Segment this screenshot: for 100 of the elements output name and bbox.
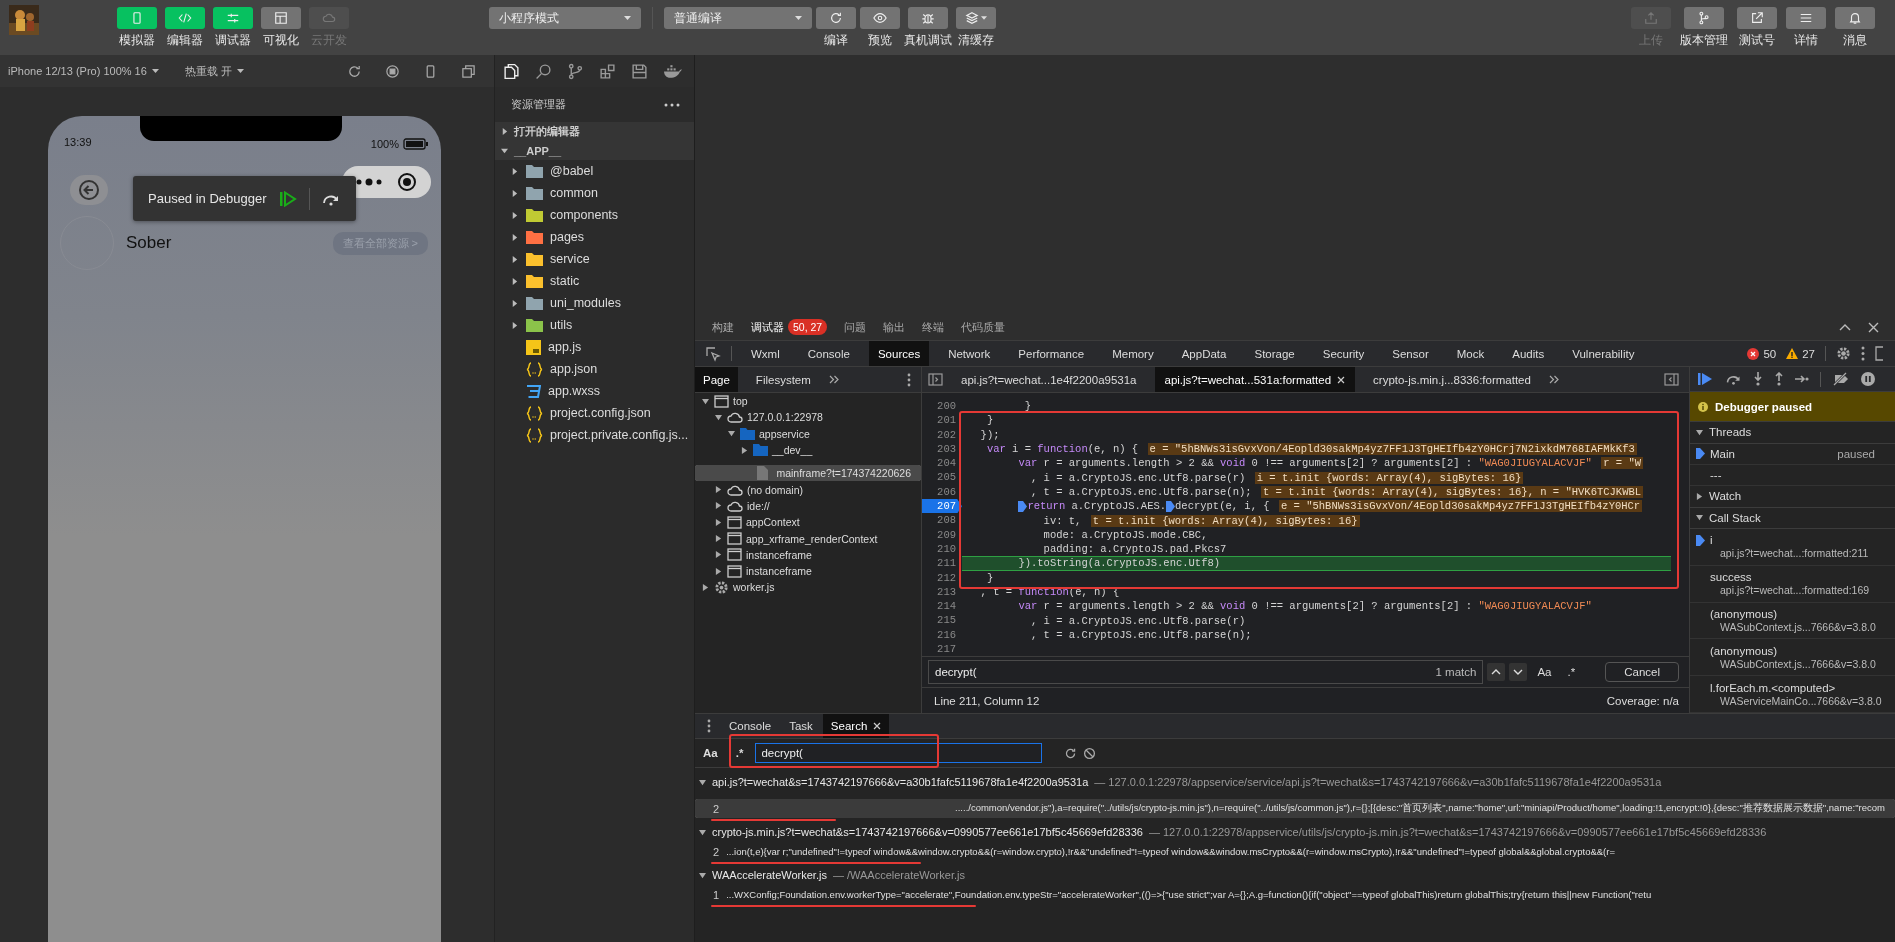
file-tree-item[interactable]: pages [495, 226, 694, 248]
chevron-icon[interactable] [699, 828, 706, 836]
source-tree-item[interactable]: appContext [695, 514, 921, 531]
result-file[interactable]: crypto-js.min.js?t=wechat&s=1743742197666&v=0990577ee661e17bf5c45669efd28336 [712, 826, 1143, 838]
devtools-tab[interactable]: Audits [1503, 341, 1554, 366]
devtools-tab[interactable]: Wxml [742, 341, 789, 366]
source-tree-item[interactable]: instanceframe [695, 562, 921, 580]
toolbar-button[interactable]: 测试号 [1737, 0, 1777, 49]
back-button[interactable] [70, 175, 108, 205]
file-tree-item[interactable]: app.js [495, 336, 694, 358]
file-tree-item[interactable]: @babel [495, 160, 694, 182]
editor-tab[interactable]: crypto-js.min.j...8336:formatted [1363, 367, 1541, 392]
call-stack-frame[interactable]: i api.js?t=wechat...:formatted:211 [1690, 528, 1895, 566]
thread-item[interactable]: Main paused [1690, 443, 1895, 465]
dock-icon[interactable] [1875, 346, 1883, 361]
explorer-section-header[interactable]: __APP__ [495, 141, 694, 160]
drawer-tab[interactable]: Console [721, 714, 780, 738]
explorer-section-header[interactable]: 打开的编辑器 [495, 122, 694, 141]
step-out-icon[interactable] [1774, 372, 1784, 387]
panel-tab[interactable]: 问题 [844, 314, 867, 340]
more-vertical-icon[interactable] [907, 372, 911, 387]
step-icon[interactable] [1795, 374, 1809, 385]
source-tree-item[interactable]: worker.js [695, 579, 921, 596]
devtools-tab[interactable]: Storage [1245, 341, 1304, 366]
call-stack-frame[interactable]: (anonymous) WASubContext.js...7666&v=3.8.0 [1690, 639, 1895, 677]
drawer-tab[interactable]: Task [781, 714, 821, 738]
file-tree-item[interactable]: app.json [495, 358, 694, 380]
search-result-line[interactable]: 2 ...ion(t,e){var r;"undefined"!=typeof window&&window.crypto&&(r=window.crypto),!r&&"undefined"!=typeof window&&window.msCrypto&&(r=window.msCrypto),!r&&"undefined"!=typeof global&&global.crypto&&(r= [695, 842, 1895, 861]
collapse-icon[interactable] [1839, 323, 1851, 331]
file-tree-item[interactable]: project.private.config.js... [495, 424, 694, 446]
file-tree-item[interactable]: utils [495, 314, 694, 336]
call-stack-frame[interactable]: success api.js?t=wechat...:formatted:169 [1690, 565, 1895, 603]
toggle-debugger-icon[interactable] [1664, 373, 1679, 386]
more-icon[interactable] [664, 102, 680, 107]
devtools-tab[interactable]: Mock [1447, 341, 1494, 366]
panel-tab[interactable]: 终端 [922, 314, 945, 340]
previous-match-icon[interactable] [1487, 663, 1506, 682]
more-vertical-icon[interactable] [1861, 346, 1865, 361]
devtools-tab[interactable]: Console [798, 341, 859, 366]
source-tree-item[interactable]: __dev__ [695, 441, 921, 459]
view-toggle-button[interactable]: 编辑器 [165, 0, 205, 49]
source-tree-item[interactable]: ide:// [695, 497, 921, 515]
file-tree-item[interactable]: project.config.json [495, 402, 694, 424]
file-tree-item[interactable]: common [495, 182, 694, 204]
compile-action-button[interactable]: 预览 [860, 0, 900, 49]
clear-icon[interactable] [1083, 746, 1097, 760]
next-match-icon[interactable] [1509, 663, 1528, 682]
whale-icon[interactable] [663, 62, 682, 80]
match-case-toggle[interactable]: Aa [1531, 666, 1558, 679]
compile-action-button[interactable]: 清缓存 [956, 0, 996, 49]
panel-tab[interactable]: 构建 [712, 314, 734, 340]
close-icon[interactable] [1868, 321, 1879, 333]
close-icon[interactable] [1337, 375, 1346, 384]
devtools-tab[interactable]: AppData [1172, 341, 1236, 366]
editor-tab[interactable]: api.js?t=wechat...531a:formatted [1154, 367, 1356, 392]
file-tree-item[interactable]: static [495, 270, 694, 292]
stop-icon[interactable] [384, 63, 400, 79]
pause-icon[interactable] [1861, 372, 1875, 387]
more-tabs-icon[interactable] [828, 375, 839, 384]
chevron-icon[interactable] [699, 778, 706, 786]
chevron-icon[interactable] [699, 871, 706, 879]
files-icon[interactable] [503, 62, 520, 80]
regex-toggle[interactable]: .* [1561, 666, 1582, 679]
resume-icon[interactable] [1698, 372, 1714, 387]
view-toggle-button[interactable]: 模拟器 [117, 0, 157, 49]
close-icon[interactable] [873, 722, 882, 730]
source-tree-item[interactable]: app_xrframe_renderContext [695, 530, 921, 547]
mode-select[interactable]: 小程序模式 [489, 7, 641, 29]
device-select[interactable]: iPhone 12/13 (Pro) 100% 16 [8, 65, 159, 77]
file-tree-item[interactable]: components [495, 204, 694, 226]
cancel-button[interactable]: Cancel [1605, 662, 1679, 683]
view-toggle-button[interactable]: 可视化 [261, 0, 301, 49]
toolbar-button[interactable]: 消息 [1835, 0, 1875, 49]
section-header[interactable]: Call Stack [1690, 507, 1895, 529]
search-icon[interactable] [535, 62, 552, 80]
settings-icon[interactable] [1836, 346, 1851, 361]
more-icon[interactable] [355, 178, 382, 186]
refresh-icon[interactable] [1064, 746, 1078, 760]
resume-icon[interactable] [278, 190, 297, 207]
find-field[interactable]: decrypt( 1 match [928, 660, 1484, 685]
branch-icon[interactable] [567, 62, 584, 80]
file-tree-item[interactable]: app.wxss [495, 380, 694, 402]
section-header[interactable]: Threads [1690, 422, 1895, 444]
section-header[interactable]: Watch [1690, 486, 1895, 508]
result-file[interactable]: WAAccelerateWorker.js [712, 869, 827, 881]
extensions-icon[interactable] [599, 62, 616, 80]
inspect-icon[interactable] [705, 345, 721, 362]
file-tree-item[interactable]: uni_modules [495, 292, 694, 314]
result-file[interactable]: api.js?t=wechat&s=1743742197666&v=a30b1fafc5119678fa1e4f2200a9531a [712, 776, 1089, 788]
windows-icon[interactable] [460, 63, 476, 79]
hot-reload-select[interactable]: 热重载 开 [184, 63, 244, 79]
toolbar-button[interactable]: 详情 [1786, 0, 1826, 49]
devtools-tab[interactable]: Sensor [1383, 341, 1438, 366]
target-icon[interactable] [397, 172, 418, 192]
panel-tab[interactable]: 代码质量 [961, 314, 1006, 340]
match-case-toggle[interactable]: Aa [697, 747, 724, 759]
compile-action-button[interactable]: 真机调试 [904, 0, 952, 49]
step-marker-icon[interactable] [1166, 500, 1176, 512]
step-marker-icon[interactable] [1018, 500, 1028, 512]
devtools-tab[interactable]: Sources [868, 341, 930, 366]
